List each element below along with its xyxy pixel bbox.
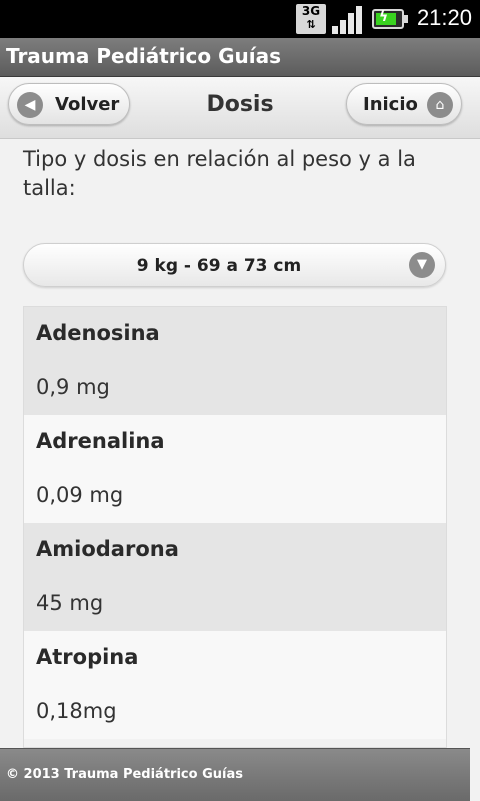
drug-name: Atropina [36, 645, 139, 669]
weight-height-select-value: 9 kg - 69 a 73 cm [136, 256, 302, 276]
drug-dose: 0,18mg [36, 699, 117, 723]
network-label: 3G [301, 4, 321, 18]
app-title-bar: Trauma Pediátrico Guías [0, 38, 480, 77]
status-time: 21:20 [416, 5, 472, 30]
weight-height-select[interactable]: 9 kg - 69 a 73 cm ▼ [23, 243, 446, 287]
drug-dose: 0,09 mg [36, 483, 124, 507]
list-item: Amiodarona 45 mg [24, 523, 446, 631]
app-title: Trauma Pediátrico Guías [6, 44, 281, 68]
list-item: Adrenalina 0,09 mg [24, 415, 446, 523]
status-bar: 3G ⇅ ϟ 21:20 [0, 0, 480, 38]
footer: © 2013 Trauma Pediátrico Guías [0, 748, 470, 801]
signal-icon [332, 4, 366, 34]
drug-dose-list[interactable]: Adenosina 0,9 mg Adrenalina 0,09 mg Amio… [23, 306, 447, 748]
footer-copyright: © 2013 Trauma Pediátrico Guías [6, 767, 243, 782]
chevron-down-icon: ▼ [409, 252, 435, 278]
home-icon: ⌂ [427, 92, 453, 118]
list-item: Atropina 0,18mg [24, 631, 446, 739]
battery-charging-icon: ϟ [372, 9, 408, 29]
drug-dose: 0,9 mg [36, 375, 110, 399]
drug-dose: 45 mg [36, 591, 104, 615]
drug-name: Adrenalina [36, 429, 165, 453]
home-button[interactable]: Inicio ⌂ [346, 83, 462, 125]
intro-text: Tipo y dosis en relación al peso y a la … [23, 147, 416, 200]
drug-name: Amiodarona [36, 537, 179, 561]
list-item: Adenosina 0,9 mg [24, 307, 446, 415]
network-3g-icon: 3G ⇅ [296, 4, 326, 34]
drug-name: Adenosina [36, 321, 160, 345]
home-button-label: Inicio [363, 94, 418, 115]
page-header: ◀ Volver Dosis Inicio ⌂ [0, 77, 480, 139]
